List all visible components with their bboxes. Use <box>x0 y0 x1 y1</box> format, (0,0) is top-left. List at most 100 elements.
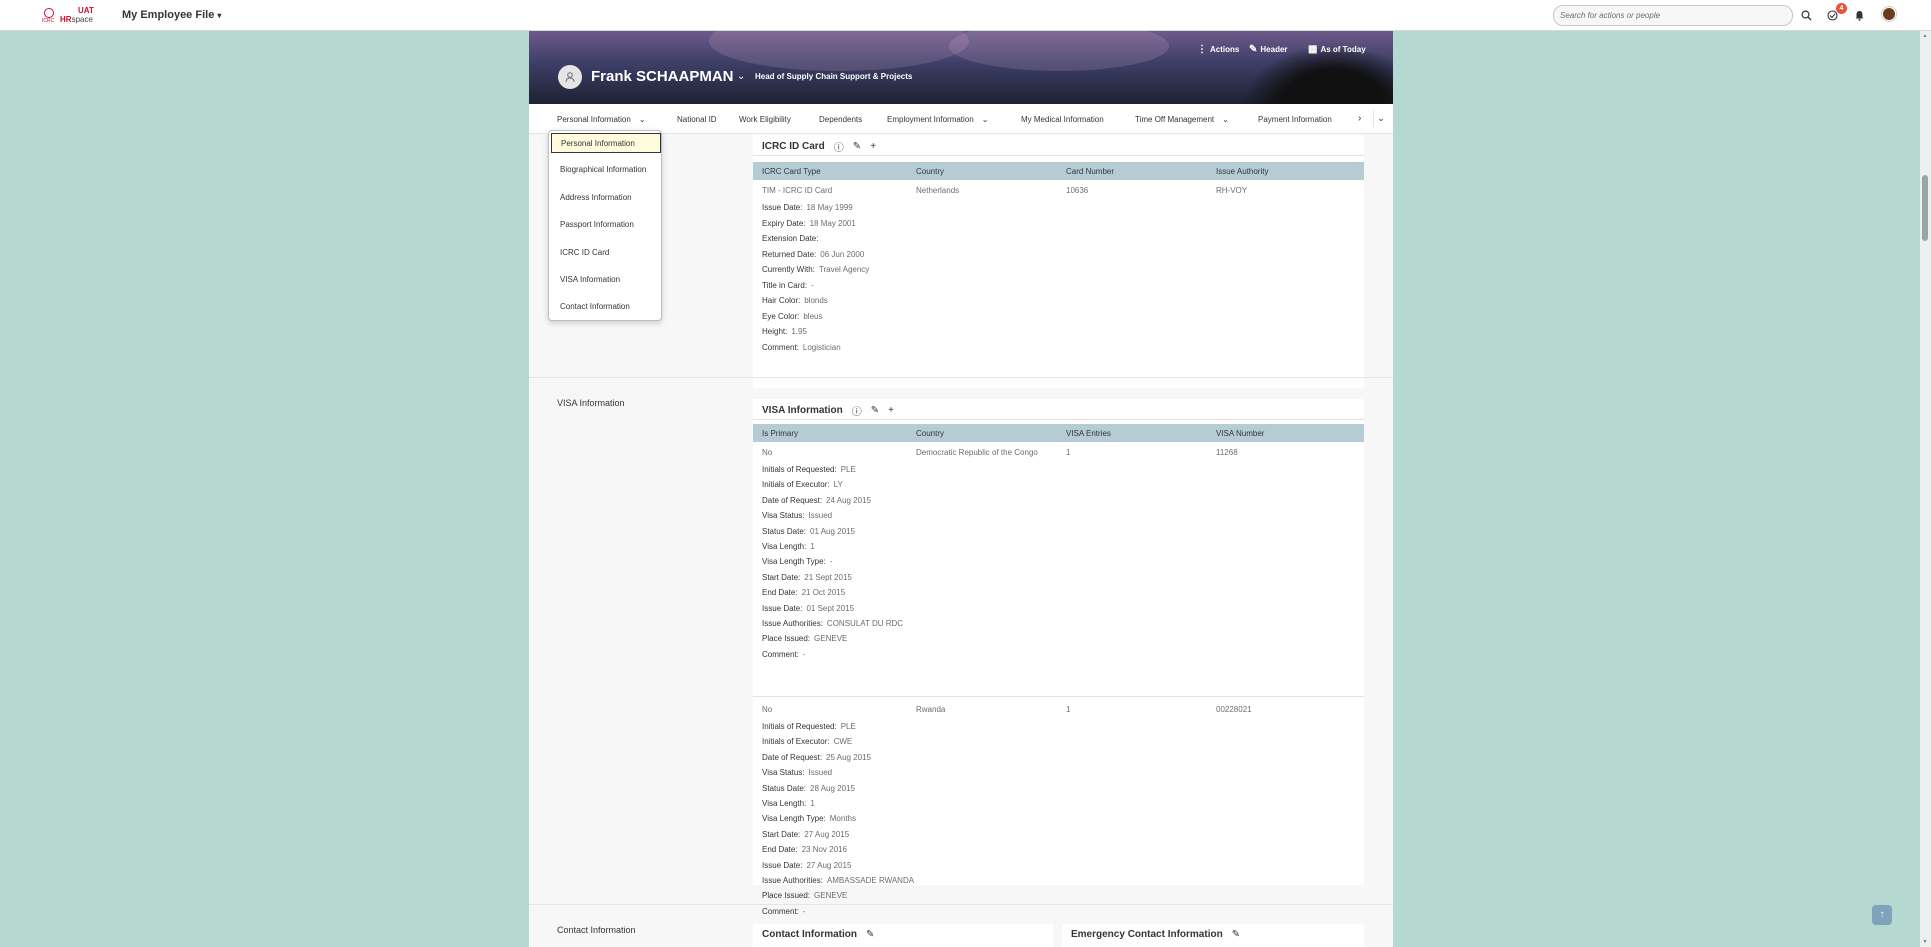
pencil-icon[interactable]: ✎ <box>871 405 879 416</box>
detail-label: Issue Date: <box>762 203 803 212</box>
card-title: VISA Information <box>762 405 843 416</box>
tab-payment-information[interactable]: Payment Information <box>1258 115 1332 124</box>
scrollbar-track[interactable] <box>1920 31 1931 947</box>
column-header: Country <box>916 429 945 438</box>
detail-label: Initials of Executor: <box>762 480 830 490</box>
column-header: Country <box>916 167 945 176</box>
as-of-today-button[interactable]: ▦ As of Today <box>1308 44 1366 55</box>
icrc-issue-authority-value: RH-VOY <box>1216 186 1248 195</box>
tab-time-off-management[interactable]: Time Off Management ⌄ <box>1135 115 1229 124</box>
detail-value: Months <box>829 814 856 824</box>
detail-value: CONSULAT DU RDC <box>826 619 904 628</box>
actions-button[interactable]: ⋮ Actions <box>1197 44 1239 55</box>
detail-field: Visa Length: 1 <box>762 799 815 808</box>
tab-national-id[interactable]: National ID <box>677 115 717 124</box>
tab-dependents[interactable]: Dependents <box>819 115 862 124</box>
detail-value: GENEVE <box>814 891 848 901</box>
detail-value: - <box>829 557 833 567</box>
menu-item-contact-information[interactable]: Contact Information <box>551 297 661 317</box>
menu-item-personal-information[interactable]: Personal Information <box>551 133 661 153</box>
column-header: Is Primary <box>762 429 798 438</box>
detail-value: 01 Aug 2015 <box>810 526 855 536</box>
pencil-icon[interactable]: ✎ <box>866 929 874 940</box>
detail-field: Visa Status: Issued <box>762 768 832 777</box>
detail-field: Title in Card: - <box>762 281 814 290</box>
detail-label: Visa Length Type: <box>762 557 826 567</box>
chevron-down-icon: ⌄ <box>638 115 646 124</box>
tab-personal-information[interactable]: Personal Information ⌄ <box>557 115 646 124</box>
visa-section-label: VISA Information <box>557 398 625 408</box>
search-input[interactable]: Search for actions or people <box>1553 5 1793 26</box>
detail-field: Height: 1.95 <box>762 327 807 336</box>
detail-field: Date of Request: 25 Aug 2015 <box>762 753 871 762</box>
column-header: VISA Entries <box>1066 429 1111 438</box>
divider <box>753 155 1364 156</box>
detail-field: Visa Status: Issued <box>762 511 832 520</box>
search-icon[interactable] <box>1799 8 1813 22</box>
detail-label: Issue Authorities: <box>762 876 823 885</box>
section-divider <box>529 904 1393 905</box>
menu-item-icrc-id-card[interactable]: ICRC ID Card <box>551 243 661 263</box>
detail-label: Title in Card: <box>762 280 808 290</box>
menu-item-biographical-information[interactable]: Biographical Information <box>551 160 661 180</box>
menu-item-visa-information[interactable]: VISA Information <box>551 270 661 290</box>
scroll-down-arrow-icon[interactable]: ▼ <box>1922 939 1928 945</box>
menu-item-address-information[interactable]: Address Information <box>551 188 661 208</box>
card-title: Emergency Contact Information <box>1071 929 1223 940</box>
icrc-emblem-icon <box>44 8 54 18</box>
detail-value: - <box>802 649 806 659</box>
shell-bar: ICRC UAT HRspace My Employee File ▾ Searc… <box>0 0 1931 31</box>
detail-value: PLE <box>840 465 856 474</box>
detail-value: 1.95 <box>791 327 807 336</box>
pencil-icon[interactable]: ✎ <box>853 141 861 152</box>
detail-field: Currently With: Travel Agency <box>762 265 869 274</box>
detail-label: Status Date: <box>762 526 807 536</box>
detail-value: 1 <box>810 799 815 808</box>
tab-my-medical-information[interactable]: My Medical Information <box>1021 115 1104 124</box>
bell-icon[interactable] <box>1852 8 1866 22</box>
detail-label: Start Date: <box>762 572 801 582</box>
app-title-menu[interactable]: My Employee File ▾ <box>122 9 221 21</box>
scrollbar-thumb[interactable] <box>1922 175 1928 241</box>
detail-field: Expiry Date: 18 May 2001 <box>762 219 856 228</box>
detail-value: 01 Sept 2015 <box>806 603 855 613</box>
visa-entries-value: 1 <box>1066 448 1071 457</box>
tab-overflow-chevron-icon[interactable]: ⌄ <box>1373 110 1388 127</box>
chevron-down-icon: ⌄ <box>1222 115 1229 124</box>
contact-information-card: Contact Information ✎ <box>753 924 1053 947</box>
tab-work-eligibility[interactable]: Work Eligibility <box>739 115 791 124</box>
tab-employment-information[interactable]: Employment Information ⌄ <box>887 115 988 124</box>
detail-field: Comment: Logistician <box>762 343 841 352</box>
scroll-up-arrow-icon[interactable]: ▲ <box>1922 33 1928 39</box>
detail-label: Hair Color: <box>762 296 801 305</box>
detail-value: Travel Agency <box>818 265 870 274</box>
column-header: ICRC Card Type <box>762 167 821 176</box>
chevron-down-icon[interactable]: ⌄ <box>737 71 745 82</box>
employee-avatar-icon <box>558 65 582 89</box>
help-icon[interactable]: ⓘ <box>852 403 862 418</box>
detail-value: 24 Aug 2015 <box>826 495 871 505</box>
menu-item-passport-information[interactable]: Passport Information <box>551 215 661 235</box>
detail-label: Height: <box>762 327 788 336</box>
tab-label: Payment Information <box>1258 115 1332 124</box>
detail-label: Initials of Requested: <box>762 465 837 474</box>
app-logo[interactable]: ICRC UAT HRspace <box>42 6 96 26</box>
detail-label: Comment: <box>762 906 799 916</box>
tab-scroll-right-icon[interactable]: › <box>1358 113 1361 124</box>
header-edit-button[interactable]: ✎ Header <box>1249 44 1288 55</box>
detail-label: Visa Length: <box>762 542 807 551</box>
help-icon[interactable]: ⓘ <box>834 139 844 154</box>
chevron-down-icon: ⌄ <box>981 115 989 124</box>
detail-value: 28 Aug 2015 <box>810 783 855 793</box>
detail-label: Expiry Date: <box>762 218 806 228</box>
visa-is-primary-value: No <box>762 705 773 714</box>
tab-label: Employment Information <box>887 115 974 124</box>
pencil-icon[interactable]: ✎ <box>1232 929 1240 940</box>
scroll-to-top-button[interactable]: ↑ <box>1872 905 1892 925</box>
app-title: My Employee File <box>122 9 215 21</box>
plus-icon[interactable]: + <box>888 405 894 416</box>
plus-icon[interactable]: + <box>870 141 876 152</box>
table-header: Is Primary Country VISA Entries VISA Num… <box>753 424 1364 442</box>
user-avatar[interactable] <box>1882 7 1896 21</box>
detail-value: PLE <box>840 722 856 731</box>
